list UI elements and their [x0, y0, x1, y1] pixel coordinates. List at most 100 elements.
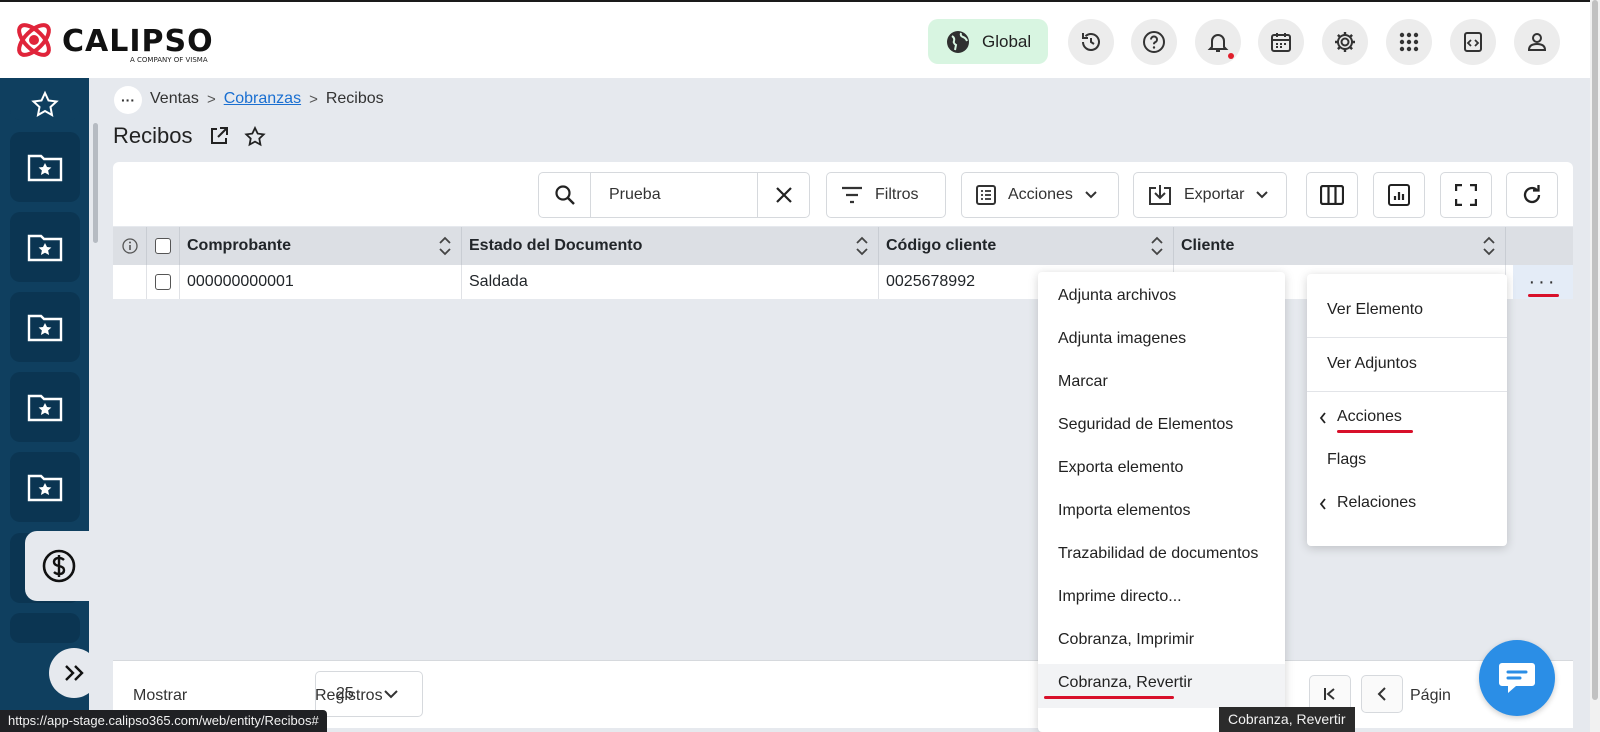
code-document-icon [1464, 32, 1482, 52]
column-header-comprobante[interactable]: Comprobante [180, 227, 462, 265]
sidebar-item-folder-4[interactable] [10, 372, 80, 442]
notifications-button[interactable] [1195, 19, 1241, 65]
help-icon [1143, 31, 1165, 53]
settings-button[interactable] [1322, 19, 1368, 65]
column-header-estado[interactable]: Estado del Documento [462, 227, 879, 265]
menu-item-imprime-directo[interactable]: Imprime directo... [1058, 588, 1182, 606]
sidebar-item-folder-1[interactable] [10, 132, 80, 202]
menu-item-cobranza-imprimir[interactable]: Cobranza, Imprimir [1058, 631, 1194, 649]
search-icon [554, 185, 575, 205]
menu-item-flags[interactable]: Flags [1327, 451, 1366, 469]
first-page-icon [1324, 688, 1335, 700]
filters-button[interactable]: Filtros [826, 172, 946, 218]
header-info-cell [113, 227, 147, 265]
sidebar-item-cobranzas-active[interactable] [25, 531, 89, 601]
calipso-logo[interactable]: CALIPSO A COMPANY OF VISMA [12, 18, 214, 68]
open-external-icon[interactable] [209, 126, 229, 146]
column-header-codigo-cliente[interactable]: Código cliente [879, 227, 1174, 265]
menu-item-relaciones[interactable]: Relaciones [1337, 494, 1416, 512]
starred-folder-icon [27, 154, 63, 182]
page-scrollbar[interactable] [1590, 0, 1600, 732]
export-button[interactable]: Exportar [1133, 172, 1287, 218]
row-checkbox[interactable] [155, 274, 171, 290]
menu-divider [1307, 391, 1507, 392]
fullscreen-button[interactable] [1440, 172, 1492, 218]
search-input[interactable] [591, 173, 757, 217]
global-label: Global [982, 31, 1032, 51]
apps-button[interactable] [1386, 19, 1432, 65]
menu-item-trazabilidad[interactable]: Trazabilidad de documentos [1058, 545, 1258, 563]
refresh-button[interactable] [1506, 172, 1558, 218]
double-chevron-right-icon [65, 665, 84, 681]
previous-page-button[interactable] [1361, 675, 1403, 713]
starred-folder-icon [27, 394, 63, 422]
breadcrumb-more-button[interactable]: ··· [114, 86, 142, 114]
status-bar-url: https://app-stage.calipso365.com/web/ent… [0, 710, 327, 732]
sidebar-item-folder-2[interactable] [10, 212, 80, 282]
breadcrumb-item-cobranzas[interactable]: Cobranzas [224, 90, 301, 108]
chevron-down-icon [1085, 191, 1097, 199]
refresh-icon [1523, 185, 1541, 204]
download-icon [1149, 185, 1171, 205]
sort-icon[interactable] [439, 236, 451, 256]
menu-item-importa-elementos[interactable]: Importa elementos [1058, 502, 1191, 520]
chat-support-button[interactable] [1479, 640, 1555, 716]
sort-icon[interactable] [856, 236, 868, 256]
filter-icon [842, 186, 862, 204]
menu-item-adjunta-imagenes[interactable]: Adjunta imagenes [1058, 330, 1186, 348]
menu-divider [1307, 337, 1507, 338]
menu-item-exporta-elemento[interactable]: Exporta elemento [1058, 459, 1183, 477]
search-button[interactable] [539, 173, 591, 217]
calendar-icon [1271, 33, 1291, 52]
columns-button[interactable] [1306, 172, 1358, 218]
help-button[interactable] [1131, 19, 1177, 65]
sidebar-item-folder-5[interactable] [10, 452, 80, 522]
code-button[interactable] [1450, 19, 1496, 65]
history-button[interactable] [1068, 19, 1114, 65]
bell-icon [1207, 34, 1229, 52]
column-header-cliente[interactable]: Cliente [1174, 227, 1506, 265]
tooltip: Cobranza, Revertir [1219, 707, 1355, 732]
sort-icon[interactable] [1151, 236, 1163, 256]
annotation-underline [1044, 696, 1174, 699]
calendar-button[interactable] [1258, 19, 1304, 65]
star-icon [31, 90, 59, 117]
user-icon [1527, 33, 1547, 51]
globe-icon [947, 30, 969, 53]
breadcrumb-item-ventas[interactable]: Ventas [150, 90, 199, 108]
menu-item-adjunta-archivos[interactable]: Adjunta archivos [1058, 287, 1176, 305]
chevron-down-icon [1256, 191, 1269, 199]
chevron-left-icon [1319, 498, 1326, 510]
header-select-all-cell [147, 227, 180, 265]
menu-item-seguridad-elementos[interactable]: Seguridad de Elementos [1058, 416, 1233, 434]
chart-view-button[interactable] [1373, 172, 1425, 218]
menu-item-acciones[interactable]: Acciones [1337, 408, 1402, 426]
chevron-left-icon [1319, 412, 1326, 424]
menu-item-marcar[interactable]: Marcar [1058, 373, 1108, 391]
info-icon[interactable] [121, 238, 138, 254]
brand-name: CALIPSO [62, 24, 214, 59]
sidebar-item-partial[interactable] [10, 613, 80, 643]
sort-icon[interactable] [1483, 236, 1495, 256]
sidebar [0, 78, 89, 732]
sidebar-item-folder-3[interactable] [10, 292, 80, 362]
sidebar-item-favorites[interactable] [10, 78, 80, 120]
favorite-star-icon[interactable] [244, 126, 266, 148]
menu-item-ver-adjuntos[interactable]: Ver Adjuntos [1327, 355, 1417, 373]
search-box [538, 172, 810, 218]
chevron-left-icon [1377, 687, 1386, 701]
menu-item-cobranza-revertir[interactable]: Cobranza, Revertir [1058, 674, 1192, 692]
chat-bubble-icon [1499, 663, 1535, 693]
table-header: Comprobante Estado del Documento Código … [113, 227, 1573, 265]
select-all-checkbox[interactable] [155, 238, 171, 254]
actions-button[interactable]: Acciones [961, 172, 1119, 218]
fullscreen-icon [1455, 184, 1477, 206]
sidebar-expand-button[interactable] [49, 648, 89, 698]
sidebar-scrollbar[interactable] [91, 83, 99, 643]
global-scope-button[interactable]: Global [928, 19, 1048, 64]
menu-item-ver-elemento[interactable]: Ver Elemento [1327, 301, 1423, 319]
clear-search-button[interactable] [757, 173, 809, 217]
row-select-cell [147, 265, 180, 299]
notification-badge [1228, 53, 1234, 59]
user-button[interactable] [1514, 19, 1560, 65]
